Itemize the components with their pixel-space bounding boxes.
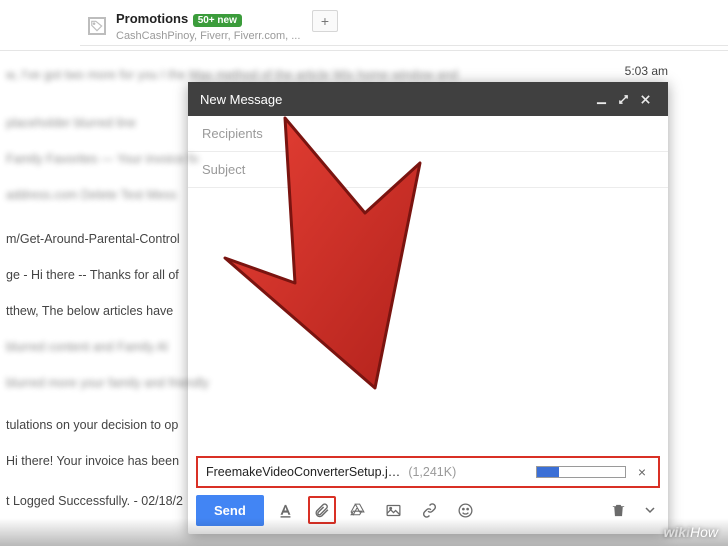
attachment-bar: FreemakeVideoConverterSetup.j… (1,241K) … <box>196 456 660 488</box>
attachment-name: FreemakeVideoConverterSetup.j… <box>206 465 400 479</box>
subject-field[interactable]: Subject <box>188 152 668 188</box>
recipients-field[interactable]: Recipients <box>188 116 668 152</box>
tab-promotions-subtitle: CashCashPinoy, Fiverr, Fiverr.com, ... <box>116 30 300 42</box>
tabs-row: Promotions 50+ new CashCashPinoy, Fiverr… <box>80 6 728 46</box>
tab-promotions-label: Promotions <box>116 11 188 26</box>
more-icon[interactable] <box>640 505 660 515</box>
inbox-row[interactable]: address.com Delete Test Mess <box>0 180 177 210</box>
attachment-remove-icon[interactable]: × <box>634 464 650 480</box>
inbox-row[interactable]: Family Favorites — Your invoice fo <box>0 144 198 174</box>
compose-window: New Message Recipients Subject FreemakeV… <box>188 82 668 534</box>
inbox-row[interactable]: w, I've got two more for you I the Max m… <box>0 60 458 90</box>
inbox-row[interactable]: blurred more your family and friendly <box>0 368 209 398</box>
inbox-row[interactable]: tthew, The below articles have <box>0 296 173 326</box>
tag-icon <box>88 17 106 35</box>
inbox-row[interactable]: ge - Hi there -- Thanks for all of <box>0 260 179 290</box>
minimize-icon[interactable] <box>590 94 612 105</box>
inbox-row[interactable]: placeholder blurred line <box>0 108 136 138</box>
inbox-row[interactable]: Hi there! Your invoice has been <box>0 446 179 476</box>
tab-promotions[interactable]: Promotions 50+ new CashCashPinoy, Fiverr… <box>80 6 308 46</box>
compose-title: New Message <box>200 92 590 107</box>
upload-progress <box>536 466 626 478</box>
inbox-row[interactable]: blurred content and Family Al <box>0 332 168 362</box>
inbox-row[interactable]: m/Get-Around-Parental-Control <box>0 224 180 254</box>
inbox-row[interactable]: t Logged Successfully. - 02/18/2 <box>0 486 183 516</box>
expand-icon[interactable] <box>612 94 634 105</box>
close-icon[interactable] <box>634 94 656 105</box>
tab-add[interactable]: + <box>312 10 338 32</box>
tab-promotions-badge: 50+ new <box>193 14 242 27</box>
inbox-row[interactable]: tulations on your decision to op <box>0 410 178 440</box>
attachment-size: (1,241K) <box>408 465 456 479</box>
wikihow-watermark: wikiHow <box>664 524 718 540</box>
